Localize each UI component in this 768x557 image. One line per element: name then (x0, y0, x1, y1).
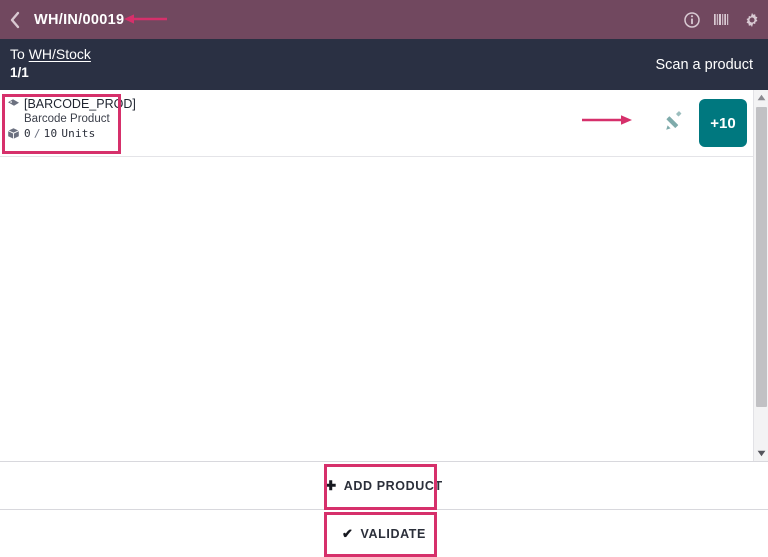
destination-line: To WH/Stock (10, 45, 756, 63)
package-icon (7, 127, 20, 140)
quantity-separator: / (33, 127, 41, 140)
header-actions (683, 0, 760, 39)
page-counter: 1/1 (10, 65, 29, 80)
scroll-up-arrow-icon[interactable] (754, 90, 768, 105)
product-code: [BARCODE_PROD] (24, 97, 136, 111)
app-header: WH/IN/00019 (0, 0, 768, 39)
plus-icon: ✚ (325, 478, 337, 493)
lines-container: [BARCODE_PROD] Barcode Product 0/10 Units (0, 90, 768, 462)
scroll-thumb[interactable] (756, 107, 767, 407)
back-button[interactable] (0, 0, 30, 39)
validate-label: VALIDATE (360, 526, 426, 541)
destination-location-link[interactable]: WH/Stock (29, 46, 91, 62)
action-footer: ✚ ADD PRODUCT ✔ VALIDATE (0, 462, 768, 557)
quantity-done: 0 (24, 127, 31, 140)
pencil-icon (663, 109, 687, 138)
quantity-uom: Units (61, 127, 96, 140)
gear-icon[interactable] (743, 11, 760, 28)
check-icon: ✔ (342, 526, 354, 541)
scan-hint-text: Scan a product (655, 56, 753, 73)
barcode-picking-screen: WH/IN/00019 To WH/Stock 1/1 Scan a produ… (0, 0, 768, 557)
product-line-card[interactable]: [BARCODE_PROD] Barcode Product 0/10 Units (3, 93, 136, 144)
add-product-label: ADD PRODUCT (343, 478, 443, 493)
table-row[interactable]: [BARCODE_PROD] Barcode Product 0/10 Units (0, 90, 753, 157)
validate-row: ✔ VALIDATE (0, 510, 768, 557)
page-title: WH/IN/00019 (34, 11, 125, 28)
tag-icon (7, 98, 20, 111)
lines-scroll-area: [BARCODE_PROD] Barcode Product 0/10 Units (0, 90, 753, 461)
destination-prefix: To (10, 46, 25, 62)
quantity-display: 0/10 Units (24, 127, 95, 140)
info-icon[interactable] (683, 11, 700, 28)
add-product-button[interactable]: ✚ ADD PRODUCT (311, 473, 456, 499)
increment-quantity-button[interactable]: +10 (699, 99, 747, 147)
product-code-row: [BARCODE_PROD] (7, 97, 136, 111)
product-name: Barcode Product (24, 113, 110, 125)
quantity-total: 10 (43, 127, 58, 140)
barcode-icon[interactable] (713, 11, 730, 28)
product-quantity-row: 0/10 Units (7, 127, 111, 140)
edit-line-button[interactable] (660, 108, 690, 138)
picking-subheader: To WH/Stock 1/1 Scan a product (0, 39, 768, 90)
validate-button[interactable]: ✔ VALIDATE (328, 521, 440, 547)
vertical-scrollbar[interactable] (753, 90, 768, 461)
add-product-row: ✚ ADD PRODUCT (0, 462, 768, 510)
chevron-left-icon (9, 11, 21, 29)
scroll-down-arrow-icon[interactable] (754, 446, 768, 461)
